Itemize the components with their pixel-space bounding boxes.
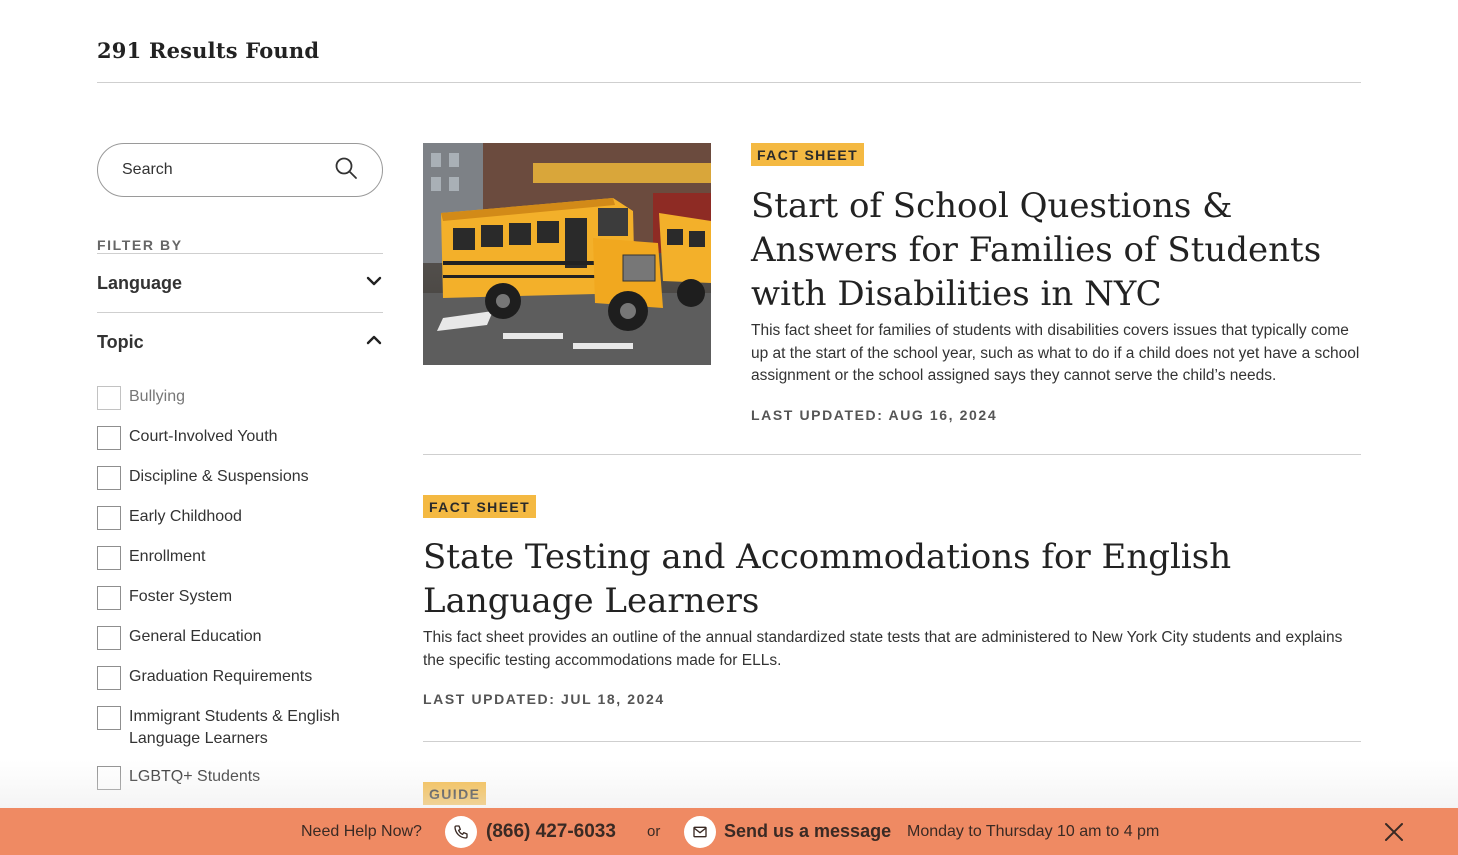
search-box[interactable] (97, 143, 383, 197)
topic-item-court-involved-youth[interactable]: Court-Involved Youth (97, 426, 383, 450)
send-message-link[interactable]: Send us a message (724, 821, 891, 842)
topic-label: Enrollment (129, 548, 206, 565)
topic-checkbox[interactable] (97, 706, 121, 730)
result-updated-date: LAST UPDATED: AUG 16, 2024 (751, 406, 998, 423)
chevron-down-icon[interactable] (365, 274, 383, 292)
filter-section-topic[interactable]: Topic (97, 312, 383, 371)
topic-label: Graduation Requirements (129, 668, 313, 685)
help-phone-link[interactable]: (866) 427-6033 (486, 821, 616, 843)
result-description: This fact sheet provides an outline of t… (423, 629, 1343, 669)
result-card: GUIDE (423, 742, 1361, 805)
topic-checkbox[interactable] (97, 386, 121, 410)
search-icon[interactable] (334, 156, 358, 185)
result-title-link[interactable]: State Testing and Accommodations for Eng… (423, 535, 1361, 623)
topic-checkbox[interactable] (97, 426, 121, 450)
result-title-link[interactable]: Start of School Questions & Answers for … (751, 184, 1361, 316)
filter-section-language[interactable]: Language (97, 253, 383, 312)
topic-item-general-education[interactable]: General Education (97, 626, 383, 650)
topic-checkbox[interactable] (97, 766, 121, 790)
topic-item-bullying[interactable]: Bullying (97, 386, 383, 410)
topic-item-graduation[interactable]: Graduation Requirements (97, 666, 383, 690)
help-hours: Monday to Thursday 10 am to 4 pm (907, 822, 1160, 840)
result-type-badge: FACT SHEET (423, 495, 537, 518)
topic-checkbox[interactable] (97, 586, 121, 610)
filter-section-title: Language (97, 272, 183, 293)
help-bar: Need Help Now? (866) 427-6033 or Send us… (0, 808, 1458, 855)
help-or-label: or (647, 823, 661, 840)
topic-label: Court-Involved Youth (129, 428, 278, 445)
filter-section-title: Topic (97, 331, 144, 352)
result-description: This fact sheet for families of students… (751, 322, 1360, 384)
topic-checkbox[interactable] (97, 506, 121, 530)
topic-item-immigrant-ell[interactable]: Immigrant Students & English Language Le… (97, 706, 383, 750)
result-type-badge: GUIDE (423, 782, 487, 805)
chevron-up-icon[interactable] (365, 333, 383, 351)
topic-label: Bullying (129, 388, 186, 405)
mail-icon[interactable] (684, 815, 716, 848)
result-type-badge: FACT SHEET (751, 143, 865, 166)
close-icon[interactable] (1382, 820, 1406, 844)
topic-label: Discipline & Suspensions (129, 468, 309, 485)
topic-checkbox[interactable] (97, 466, 121, 490)
topic-label: LGBTQ+ Students (129, 768, 261, 785)
topic-label: General Education (129, 628, 262, 645)
topic-item-foster-system[interactable]: Foster System (97, 586, 383, 610)
topic-checkbox[interactable] (97, 546, 121, 570)
school-bus-image[interactable] (423, 143, 711, 365)
topic-item-enrollment[interactable]: Enrollment (97, 546, 383, 570)
result-updated-date: LAST UPDATED: JUL 18, 2024 (423, 691, 665, 707)
result-card: FACT SHEET State Testing and Accommodati… (423, 455, 1361, 742)
result-body: FACT SHEET Start of School Questions & A… (751, 143, 1361, 454)
search-input[interactable] (122, 161, 322, 179)
topic-item-lgbtq[interactable]: LGBTQ+ Students (97, 766, 383, 790)
results-count: 291 Results Found (97, 38, 320, 63)
need-help-label: Need Help Now? (301, 822, 422, 840)
topic-list: Bullying Court-Involved Youth Discipline… (97, 386, 383, 790)
topic-item-discipline[interactable]: Discipline & Suspensions (97, 466, 383, 490)
topic-checkbox[interactable] (97, 666, 121, 690)
topic-label: Early Childhood (129, 508, 242, 525)
topic-checkbox[interactable] (97, 626, 121, 650)
results-header: 291 Results Found (97, 38, 1361, 83)
topic-item-early-childhood[interactable]: Early Childhood (97, 506, 383, 530)
result-card: FACT SHEET Start of School Questions & A… (423, 143, 1361, 455)
filter-by-label: FILTER BY (97, 237, 183, 253)
topic-label: Immigrant Students & English Language Le… (129, 708, 340, 747)
topic-label: Foster System (129, 588, 233, 605)
results-list: FACT SHEET Start of School Questions & A… (423, 143, 1361, 805)
phone-icon[interactable] (445, 815, 477, 848)
filter-sidebar: FILTER BY Language Topic Bullying Court-… (97, 143, 383, 806)
